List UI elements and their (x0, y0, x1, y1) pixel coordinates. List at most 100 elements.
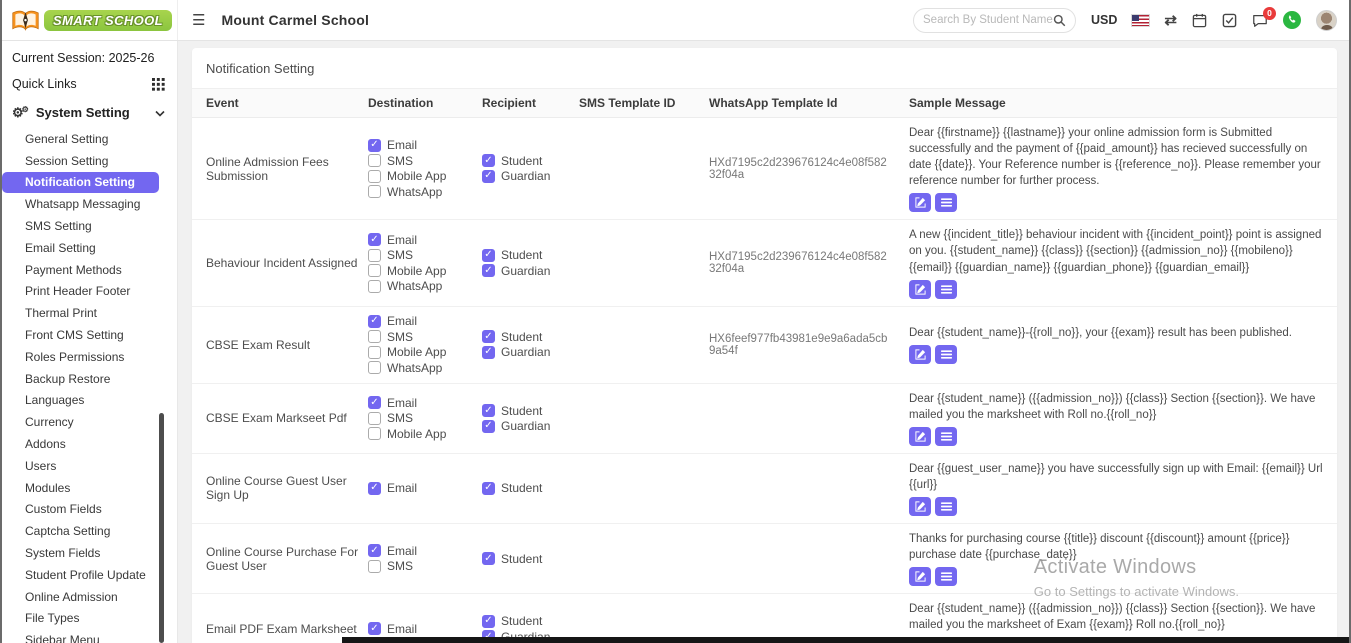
destination-checkbox-mobile-app[interactable]: Mobile App (368, 263, 474, 279)
sidebar-item-print-header-footer[interactable]: Print Header Footer (0, 281, 177, 303)
recipient-checkbox-student[interactable]: ✓Student (482, 551, 571, 567)
language-flag-icon[interactable] (1132, 15, 1149, 26)
checked-checkbox-icon[interactable]: ✓ (482, 482, 495, 495)
destination-checkbox-whatsapp[interactable]: WhatsApp (368, 360, 474, 376)
destination-checkbox-mobile-app[interactable]: Mobile App (368, 426, 474, 442)
destination-checkbox-email[interactable]: ✓Email (368, 138, 474, 154)
sidebar-item-file-types[interactable]: File Types (0, 608, 177, 630)
checked-checkbox-icon[interactable]: ✓ (482, 615, 495, 628)
sidebar-item-email-setting[interactable]: Email Setting (0, 237, 177, 259)
unchecked-checkbox-icon[interactable] (368, 346, 381, 359)
messages-icon[interactable]: 0 (1252, 13, 1268, 28)
checked-checkbox-icon[interactable]: ✓ (368, 233, 381, 246)
recipient-checkbox-guardian[interactable]: ✓Guardian (482, 418, 571, 434)
sidebar-item-thermal-print[interactable]: Thermal Print (0, 302, 177, 324)
sidebar-toggle-hamburger-icon[interactable]: ☰ (192, 11, 205, 29)
message-variables-button[interactable] (935, 345, 957, 364)
calendar-icon[interactable] (1192, 13, 1207, 28)
checked-checkbox-icon[interactable]: ✓ (368, 396, 381, 409)
unchecked-checkbox-icon[interactable] (368, 412, 381, 425)
destination-checkbox-sms[interactable]: SMS (368, 329, 474, 345)
unchecked-checkbox-icon[interactable] (368, 427, 381, 440)
session-switch-icon[interactable]: ⇄ (1164, 11, 1177, 29)
message-variables-button[interactable] (935, 567, 957, 586)
unchecked-checkbox-icon[interactable] (368, 154, 381, 167)
grid-icon[interactable] (152, 78, 165, 91)
message-variables-button[interactable] (935, 280, 957, 299)
sidebar-item-modules[interactable]: Modules (0, 477, 177, 499)
sidebar-item-online-admission[interactable]: Online Admission (0, 586, 177, 608)
sidebar-item-users[interactable]: Users (0, 455, 177, 477)
recipient-checkbox-student[interactable]: ✓Student (482, 153, 571, 169)
whatsapp-icon[interactable] (1283, 11, 1301, 29)
sidebar-item-languages[interactable]: Languages (0, 390, 177, 412)
recipient-checkbox-student[interactable]: ✓Student (482, 613, 571, 629)
sidebar-item-currency[interactable]: Currency (0, 411, 177, 433)
destination-checkbox-email[interactable]: ✓Email (368, 395, 474, 411)
message-variables-button[interactable] (935, 497, 957, 516)
search-input[interactable] (923, 14, 1053, 26)
sidebar-item-addons[interactable]: Addons (0, 433, 177, 455)
checked-checkbox-icon[interactable]: ✓ (482, 404, 495, 417)
unchecked-checkbox-icon[interactable] (368, 361, 381, 374)
checked-checkbox-icon[interactable]: ✓ (482, 420, 495, 433)
sidebar-item-payment-methods[interactable]: Payment Methods (0, 259, 177, 281)
user-avatar[interactable] (1316, 10, 1337, 31)
sidebar-scrollbar[interactable] (159, 413, 164, 643)
checked-checkbox-icon[interactable]: ✓ (482, 330, 495, 343)
unchecked-checkbox-icon[interactable] (368, 280, 381, 293)
sidebar-item-notification-setting[interactable]: Notification Setting (2, 172, 159, 194)
message-variables-button[interactable] (935, 427, 957, 446)
sidebar-item-session-setting[interactable]: Session Setting (0, 150, 177, 172)
destination-checkbox-whatsapp[interactable]: WhatsApp (368, 184, 474, 200)
checked-checkbox-icon[interactable]: ✓ (368, 544, 381, 557)
sidebar-item-front-cms-setting[interactable]: Front CMS Setting (0, 324, 177, 346)
sidebar-item-sidebar-menu[interactable]: Sidebar Menu (0, 629, 177, 643)
checked-checkbox-icon[interactable]: ✓ (368, 139, 381, 152)
checked-checkbox-icon[interactable]: ✓ (368, 315, 381, 328)
destination-checkbox-mobile-app[interactable]: Mobile App (368, 345, 474, 361)
horizontal-scrollbar[interactable] (342, 637, 1351, 643)
destination-checkbox-email[interactable]: ✓Email (368, 314, 474, 330)
quick-links[interactable]: Quick Links (0, 69, 177, 97)
recipient-checkbox-guardian[interactable]: ✓Guardian (482, 263, 571, 279)
sidebar-item-general-setting[interactable]: General Setting (0, 128, 177, 150)
unchecked-checkbox-icon[interactable] (368, 264, 381, 277)
sidebar-item-captcha-setting[interactable]: Captcha Setting (0, 520, 177, 542)
recipient-checkbox-student[interactable]: ✓Student (482, 403, 571, 419)
checked-checkbox-icon[interactable]: ✓ (482, 170, 495, 183)
destination-checkbox-email[interactable]: ✓Email (368, 481, 474, 497)
edit-message-button[interactable] (909, 427, 931, 446)
destination-checkbox-sms[interactable]: SMS (368, 559, 474, 575)
unchecked-checkbox-icon[interactable] (368, 185, 381, 198)
sidebar-item-backup-restore[interactable]: Backup Restore (0, 368, 177, 390)
destination-checkbox-email[interactable]: ✓Email (368, 543, 474, 559)
sidebar-item-student-profile-update[interactable]: Student Profile Update (0, 564, 177, 586)
recipient-checkbox-guardian[interactable]: ✓Guardian (482, 169, 571, 185)
unchecked-checkbox-icon[interactable] (368, 249, 381, 262)
sidebar-item-whatsapp-messaging[interactable]: Whatsapp Messaging (0, 193, 177, 215)
edit-message-button[interactable] (909, 497, 931, 516)
destination-checkbox-email[interactable]: ✓Email (368, 232, 474, 248)
message-variables-button[interactable] (935, 193, 957, 212)
destination-checkbox-sms[interactable]: SMS (368, 153, 474, 169)
unchecked-checkbox-icon[interactable] (368, 330, 381, 343)
sidebar-item-custom-fields[interactable]: Custom Fields (0, 499, 177, 521)
sidebar-item-system-fields[interactable]: System Fields (0, 542, 177, 564)
edit-message-button[interactable] (909, 345, 931, 364)
destination-checkbox-mobile-app[interactable]: Mobile App (368, 169, 474, 185)
recipient-checkbox-student[interactable]: ✓Student (482, 248, 571, 264)
destination-checkbox-sms[interactable]: SMS (368, 248, 474, 264)
checked-checkbox-icon[interactable]: ✓ (368, 622, 381, 635)
task-check-icon[interactable] (1222, 13, 1237, 28)
checked-checkbox-icon[interactable]: ✓ (482, 346, 495, 359)
sidebar-item-sms-setting[interactable]: SMS Setting (0, 215, 177, 237)
search-icon[interactable] (1053, 14, 1066, 27)
edit-message-button[interactable] (909, 567, 931, 586)
currency-selector[interactable]: USD (1091, 13, 1117, 27)
checked-checkbox-icon[interactable]: ✓ (482, 249, 495, 262)
recipient-checkbox-guardian[interactable]: ✓Guardian (482, 345, 571, 361)
sidebar-item-roles-permissions[interactable]: Roles Permissions (0, 346, 177, 368)
unchecked-checkbox-icon[interactable] (368, 170, 381, 183)
recipient-checkbox-student[interactable]: ✓Student (482, 481, 571, 497)
